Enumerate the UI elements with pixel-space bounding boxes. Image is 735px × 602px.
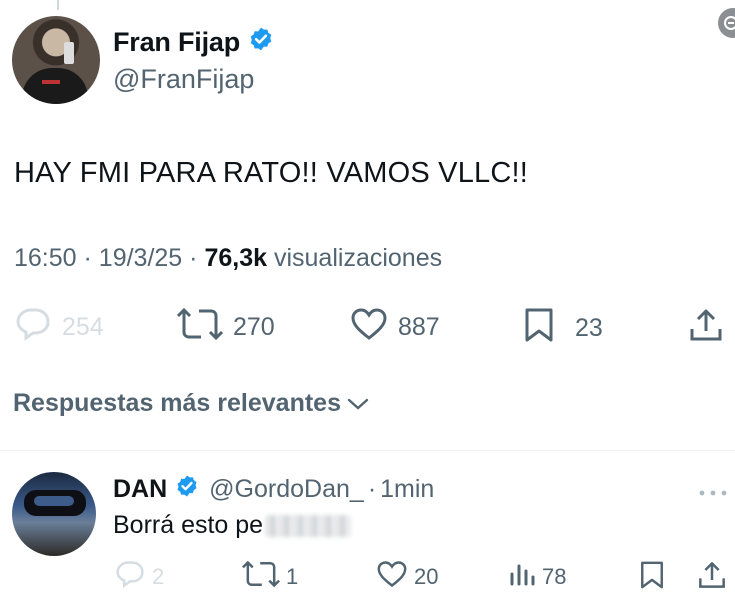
reply-author-name[interactable]: DAN	[113, 475, 167, 504]
repost-count: 270	[233, 313, 275, 341]
tweet-detail-page: Fran Fijap @FranFijap HAY FMI PARA RATO!…	[0, 0, 735, 602]
author-handle[interactable]: @FranFijap	[113, 64, 254, 95]
share-icon	[688, 307, 724, 350]
verified-badge-icon	[175, 474, 199, 505]
chevron-down-icon	[341, 389, 369, 418]
like-icon	[376, 560, 408, 594]
author-name[interactable]: Fran Fijap	[113, 26, 274, 59]
reply-text-content: Borrá esto pe	[113, 511, 264, 539]
overlay-icon[interactable]	[718, 8, 735, 38]
bookmark-button[interactable]: 23	[523, 307, 603, 350]
reply-author-handle[interactable]: @GordoDan_	[209, 475, 364, 504]
reply-repost-button[interactable]: 1	[242, 560, 298, 594]
like-button[interactable]: 887	[350, 307, 440, 348]
reply-actions: 2 1 20 78	[0, 560, 735, 594]
avatar-phone	[64, 42, 74, 64]
reply-icon	[14, 307, 52, 348]
repost-icon	[242, 560, 280, 594]
blurred-text	[265, 514, 352, 537]
reply-button[interactable]: 254	[14, 307, 104, 348]
thread-line	[57, 0, 59, 10]
views-count: 76,3k	[204, 244, 268, 272]
tweet-text: HAY FMI PARA RATO!! VAMOS VLLC!!	[14, 157, 529, 189]
more-icon[interactable]	[698, 484, 728, 502]
repost-button[interactable]: 270	[176, 307, 275, 348]
share-icon	[697, 560, 727, 596]
replies-sort-selector[interactable]: Respuestas más relevantes	[13, 389, 369, 418]
like-icon	[350, 307, 388, 348]
reply-reply-button[interactable]: 2	[114, 560, 164, 594]
reply-bookmark-button[interactable]	[639, 560, 665, 596]
like-count: 887	[398, 313, 440, 341]
author-avatar[interactable]	[12, 16, 100, 104]
share-button[interactable]	[688, 307, 724, 350]
reply-separator: ·	[367, 475, 377, 503]
meta-separator: ·	[189, 244, 198, 272]
reply-author-avatar[interactable]	[12, 472, 96, 556]
reply-like-button[interactable]: 20	[376, 560, 438, 594]
reply-reply-count: 2	[152, 564, 165, 589]
avatar-shirt	[22, 68, 88, 104]
reply-header: DAN @GordoDan_ · 1min	[113, 474, 434, 505]
tweet-date[interactable]: 19/3/25	[99, 244, 182, 272]
views-label: visualizaciones	[273, 244, 443, 272]
reply-time[interactable]: 1min	[380, 475, 434, 504]
avatar-shirt-logo	[42, 80, 60, 84]
reply-count: 254	[62, 313, 104, 341]
reply-share-button[interactable]	[697, 560, 727, 596]
sort-label: Respuestas más relevantes	[13, 389, 341, 417]
reply-icon	[114, 560, 146, 594]
avatar-lens-shine	[34, 496, 74, 506]
reply-text: Borrá esto pe	[113, 511, 352, 540]
repost-icon	[176, 307, 224, 348]
author-name-text[interactable]: Fran Fijap	[113, 27, 240, 58]
meta-separator: ·	[83, 244, 92, 272]
divider	[0, 450, 735, 451]
reply-views-button[interactable]: 78	[508, 560, 566, 594]
tweet-actions: 254 270 887 23	[0, 305, 735, 345]
reply-like-count: 20	[414, 564, 439, 589]
verified-badge-icon	[248, 26, 274, 59]
bookmark-icon	[523, 307, 555, 350]
tweet-meta: 16:50 · 19/3/25 · 76,3k visualizaciones	[14, 244, 442, 273]
bookmark-count: 23	[575, 314, 603, 342]
bookmark-icon	[639, 560, 665, 596]
tweet-time[interactable]: 16:50	[14, 244, 77, 272]
reply-views-count: 78	[542, 564, 567, 589]
views-icon	[508, 560, 536, 594]
reply-repost-count: 1	[286, 564, 299, 589]
